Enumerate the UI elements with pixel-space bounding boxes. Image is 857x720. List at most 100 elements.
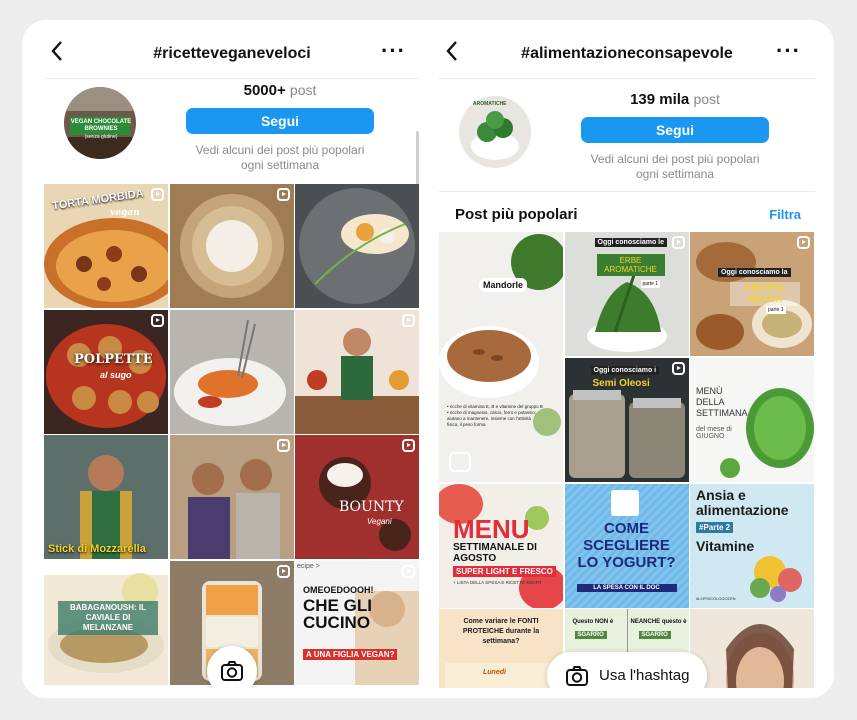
reel-icon <box>449 452 471 472</box>
post-caption: Mandorle <box>479 278 528 292</box>
post-caption-top: ecipe > <box>297 562 320 570</box>
grid-post[interactable]: Oggi conosciamo i Semi Oleosi <box>564 357 689 482</box>
reel-icon <box>276 439 290 452</box>
grid-post[interactable]: Stick di Mozzarella <box>44 435 168 559</box>
post-caption: POLPETTE <box>74 351 153 367</box>
post-caption-2: #Parte 2 <box>696 521 734 533</box>
hashtag-header: AROMATICHE 139 mila post Segui Vedi alcu… <box>439 79 815 191</box>
follow-button[interactable]: Segui <box>581 117 769 143</box>
reel-icon <box>797 236 810 249</box>
hint-line-1: Vedi alcuni dei post più popolari <box>195 143 365 157</box>
grid-post[interactable] <box>295 309 419 434</box>
post-caption-2: FRUTTA SECCA <box>730 282 800 306</box>
grid-post[interactable]: COME SCEGLIERE LO YOGURT? LA SPESA CON I… <box>564 483 689 608</box>
post-caption-2: Semi Oleosi <box>592 377 650 389</box>
post-grid: Mandorle • ricche di vitamina E, B e vit… <box>439 232 814 688</box>
top-bar: #alimentazioneconsapevole ··· <box>439 30 815 78</box>
post-count: 5000+ post <box>186 82 374 99</box>
top-bar: #ricetteveganeveloci ··· <box>44 30 420 78</box>
post-caption-3: Vitamine <box>696 537 755 554</box>
hint-line-1: Vedi alcuni dei post più popolari <box>590 152 760 166</box>
grid-post[interactable]: BABAGANOUSH: IL CAVIALE DI MELANZANE <box>44 560 168 685</box>
grid-post[interactable]: Oggi conosciamo le ERBE AROMATICHE parte… <box>564 232 689 356</box>
grid-post[interactable]: Oggi conosciamo la FRUTTA SECCA parte 1 <box>690 232 814 356</box>
reel-icon <box>151 188 164 201</box>
post-caption: OMEOEDOOOH! <box>303 584 374 595</box>
post-caption-2: LA SPESA CON IL DOC <box>576 583 677 592</box>
grid-post[interactable]: TORTA MORBIDA vegan <box>44 184 168 308</box>
post-count-label: post <box>289 82 317 98</box>
reel-icon <box>402 439 415 452</box>
avatar-subcaption: (senza glutine) <box>84 134 118 140</box>
hint-line-2: ogni settimana <box>635 167 715 181</box>
post-caption-3: NEANCHE questo è <box>630 619 687 625</box>
camera-button[interactable] <box>207 646 257 688</box>
post-caption: BABAGANOUSH: IL CAVIALE DI MELANZANE <box>58 600 158 635</box>
grid-post[interactable]: Ansia e alimentazione #Parte 2 Vitamine … <box>690 483 814 608</box>
post-caption: Stick di Mozzarella <box>48 543 146 555</box>
grid-post[interactable]: MENU SETTIMANALE DI AGOSTO SUPER LIGHT E… <box>439 483 563 608</box>
hint-line-2: ogni settimana <box>240 158 320 172</box>
popular-hint: Vedi alcuni dei post più popolari ogni s… <box>174 143 386 173</box>
grid-post[interactable] <box>690 609 814 688</box>
reel-icon <box>276 188 290 201</box>
grid-post[interactable] <box>169 309 294 434</box>
post-caption-2: Lunedì <box>483 669 506 676</box>
camera-icon <box>221 661 243 681</box>
use-hashtag-button[interactable]: Usa l'hashtag <box>547 652 707 688</box>
page-title: #ricetteveganeveloci <box>153 45 311 62</box>
filter-button[interactable]: Filtra <box>769 207 801 222</box>
post-caption-2: al sugo <box>100 369 132 380</box>
more-dots-icon[interactable]: ··· <box>381 38 406 64</box>
grid-post[interactable]: BOUNTY Vegani <box>295 435 419 559</box>
post-grid: TORTA MORBIDA vegan POLPETTE al sugo Sti… <box>44 184 419 685</box>
post-caption-4: + LISTA DELLA SPESA E RICETTE SMART <box>453 579 542 585</box>
post-caption: MENU <box>453 513 530 544</box>
avatar-caption: VEGAN CHOCOLATE BROWNIES <box>70 119 132 132</box>
reel-icon <box>671 361 685 375</box>
more-dots-icon[interactable]: ··· <box>776 38 801 64</box>
grid-post[interactable] <box>295 184 419 308</box>
hashtag-header: VEGAN CHOCOLATE BROWNIES (senza glutine)… <box>44 79 420 211</box>
avatar-caption: AROMATICHE <box>473 101 507 107</box>
post-caption: Questo NON è <box>572 619 614 625</box>
post-caption-3: A UNA FIGLIA VEGAN? <box>303 648 398 660</box>
post-caption: Oggi conosciamo le <box>594 238 668 247</box>
post-caption-2: Vegani <box>367 517 392 526</box>
grid-post[interactable]: ecipe > OMEOEDOOOH! CHE GLI CUCINO A UNA… <box>295 560 419 685</box>
grid-post[interactable]: POLPETTE al sugo <box>44 309 168 434</box>
reel-icon <box>402 313 415 327</box>
post-caption: COME SCEGLIERE LO YOGURT? <box>577 519 676 571</box>
grid-post[interactable]: Come variare le FONTI PROTEICHE durante … <box>439 609 563 688</box>
post-tag: parte 1 <box>640 280 661 288</box>
post-caption: MENÙ DELLA SETTIMANA <box>696 385 748 418</box>
post-tag: parte 1 <box>766 306 786 314</box>
popular-section-header: Post più popolari Filtra <box>439 192 815 234</box>
page-title: #alimentazioneconsapevole <box>521 45 733 62</box>
camera-icon <box>566 666 588 686</box>
use-hashtag-label: Usa l'hashtag <box>599 667 690 684</box>
grid-post[interactable]: MENÙ DELLA SETTIMANA del mese di GIUGNO <box>690 357 814 482</box>
hashtag-page-left: #ricetteveganeveloci ··· VEGAN CHOCOLATE… <box>44 30 420 688</box>
popular-hint: Vedi alcuni dei post più popolari ogni s… <box>569 152 781 182</box>
post-caption-2: CHE GLI CUCINO <box>303 595 372 632</box>
post-caption-2: SETTIMANALE DI AGOSTO <box>453 541 537 564</box>
post-count-value: 139 mila <box>630 91 690 108</box>
grid-post[interactable] <box>169 435 294 559</box>
grid-post[interactable]: Mandorle • ricche di vitamina E, B e vit… <box>439 232 563 482</box>
post-count: 139 mila post <box>581 91 769 108</box>
follow-button[interactable]: Segui <box>186 108 374 134</box>
post-count-value: 5000+ <box>243 82 286 99</box>
post-caption: Ansia e alimentazione <box>696 486 789 518</box>
reel-icon <box>151 313 164 327</box>
post-count-label: post <box>693 91 720 107</box>
post-caption: Come variare le FONTI PROTEICHE durante … <box>462 618 540 645</box>
post-caption-4: #LOPSICOLOGOZEN <box>696 595 736 601</box>
post-caption-4: SGARRO <box>638 631 671 639</box>
post-caption-2: vegan <box>110 208 140 218</box>
hashtag-page-right: #alimentazioneconsapevole ··· AROMATICHE… <box>439 30 815 688</box>
post-caption: BOUNTY <box>339 499 404 515</box>
grid-post[interactable] <box>169 184 294 308</box>
post-caption: Oggi conosciamo la <box>718 268 791 277</box>
reel-icon <box>671 236 685 249</box>
